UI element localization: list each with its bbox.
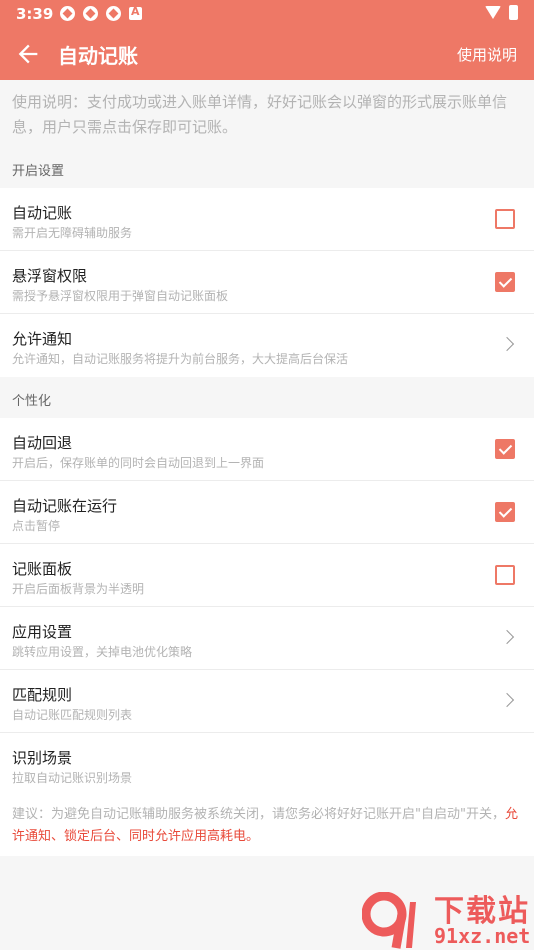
notification-icons bbox=[60, 5, 142, 21]
setting-title: 允许通知 bbox=[12, 330, 73, 348]
setting-row-overlay-permission[interactable]: 悬浮窗权限 需授予悬浮窗权限用于弹窗自动记账面板 bbox=[0, 251, 534, 314]
setting-title: 自动回退 bbox=[12, 434, 73, 452]
app-bar: 自动记账 使用说明 bbox=[0, 28, 534, 80]
setting-subtitle: 拉取自动记账识别场景 bbox=[12, 771, 133, 785]
setting-row-app-settings[interactable]: 应用设置 跳转应用设置，关掉电池优化策略 bbox=[0, 607, 534, 670]
advice-note: 建议：为避免自动记账辅助服务被系统关闭，请您务必将好好记账开启"自启动"开关，允… bbox=[0, 796, 534, 856]
watermark: 下载站 91xz.net bbox=[362, 886, 534, 950]
setting-subtitle: 开启后面板背景为半透明 bbox=[12, 582, 145, 596]
watermark-logo-icon bbox=[362, 892, 416, 949]
running-checkbox[interactable] bbox=[495, 502, 515, 522]
help-button[interactable]: 使用说明 bbox=[457, 44, 517, 65]
setting-subtitle: 自动记账匹配规则列表 bbox=[12, 708, 133, 722]
setting-row-panel[interactable]: 记账面板 开启后面板背景为半透明 bbox=[0, 544, 534, 607]
advice-text: 建议：为避免自动记账辅助服务被系统关闭，请您务必将好好记账开启"自启动"开关， bbox=[12, 807, 505, 822]
setting-title: 应用设置 bbox=[12, 623, 73, 641]
setting-title: 识别场景 bbox=[12, 749, 73, 767]
setting-subtitle: 需授予悬浮窗权限用于弹窗自动记账面板 bbox=[12, 289, 229, 303]
chevron-right-icon bbox=[499, 336, 515, 352]
setting-title: 自动记账在运行 bbox=[12, 497, 118, 515]
app-notification-icon bbox=[60, 6, 75, 21]
setting-subtitle: 需开启无障碍辅助服务 bbox=[12, 226, 133, 240]
setting-title: 匹配规则 bbox=[12, 686, 73, 704]
wifi-icon bbox=[485, 6, 501, 19]
setting-row-auto-bookkeeping[interactable]: 自动记账 需开启无障碍辅助服务 bbox=[0, 188, 534, 251]
setting-title: 悬浮窗权限 bbox=[12, 267, 88, 285]
panel-translucent-checkbox[interactable] bbox=[495, 565, 515, 585]
watermark-url: 91xz.net bbox=[434, 924, 531, 948]
setting-row-auto-back[interactable]: 自动回退 开启后，保存账单的同时会自动回退到上一界面 bbox=[0, 418, 534, 481]
chevron-right-icon bbox=[499, 692, 515, 708]
setting-subtitle: 允许通知，自动记账服务将提升为前台服务，大大提高后台保活 bbox=[12, 352, 349, 366]
setting-row-match-rules[interactable]: 匹配规则 自动记账匹配规则列表 bbox=[0, 670, 534, 733]
setting-subtitle: 开启后，保存账单的同时会自动回退到上一界面 bbox=[12, 456, 265, 470]
setting-row-running[interactable]: 自动记账在运行 点击暂停 bbox=[0, 481, 534, 544]
setting-title: 记账面板 bbox=[12, 560, 73, 578]
settings-group-personal: 自动回退 开启后，保存账单的同时会自动回退到上一界面 自动记账在运行 点击暂停 … bbox=[0, 418, 534, 796]
setting-row-allow-notification[interactable]: 允许通知 允许通知，自动记账服务将提升为前台服务，大大提高后台保活 bbox=[0, 314, 534, 377]
auto-bookkeeping-checkbox[interactable] bbox=[495, 209, 515, 229]
auto-back-checkbox[interactable] bbox=[495, 439, 515, 459]
app-notification-icon bbox=[83, 6, 98, 21]
chevron-right-icon bbox=[499, 629, 515, 645]
status-bar: 3:39 bbox=[0, 0, 534, 28]
app-notification-icon bbox=[129, 5, 142, 20]
section-header-personal: 个性化 bbox=[12, 394, 52, 409]
setting-title: 自动记账 bbox=[12, 204, 73, 222]
setting-subtitle: 跳转应用设置，关掉电池优化策略 bbox=[12, 645, 193, 659]
app-notification-icon bbox=[106, 6, 121, 21]
setting-row-recognition-scene[interactable]: 识别场景 拉取自动记账识别场景 bbox=[0, 733, 534, 796]
battery-icon bbox=[509, 5, 518, 20]
page-title: 自动记账 bbox=[58, 44, 138, 68]
status-time: 3:39 bbox=[16, 5, 54, 23]
section-header-enable: 开启设置 bbox=[12, 164, 65, 179]
setting-subtitle: 点击暂停 bbox=[12, 519, 61, 533]
settings-group-enable: 自动记账 需开启无障碍辅助服务 悬浮窗权限 需授予悬浮窗权限用于弹窗自动记账面板… bbox=[0, 188, 534, 377]
back-arrow-icon[interactable] bbox=[14, 40, 42, 68]
overlay-permission-checkbox[interactable] bbox=[495, 272, 515, 292]
intro-text: 使用说明：支付成功或进入账单详情，好好记账会以弹窗的形式展示账单信息，用户只需点… bbox=[12, 93, 508, 136]
